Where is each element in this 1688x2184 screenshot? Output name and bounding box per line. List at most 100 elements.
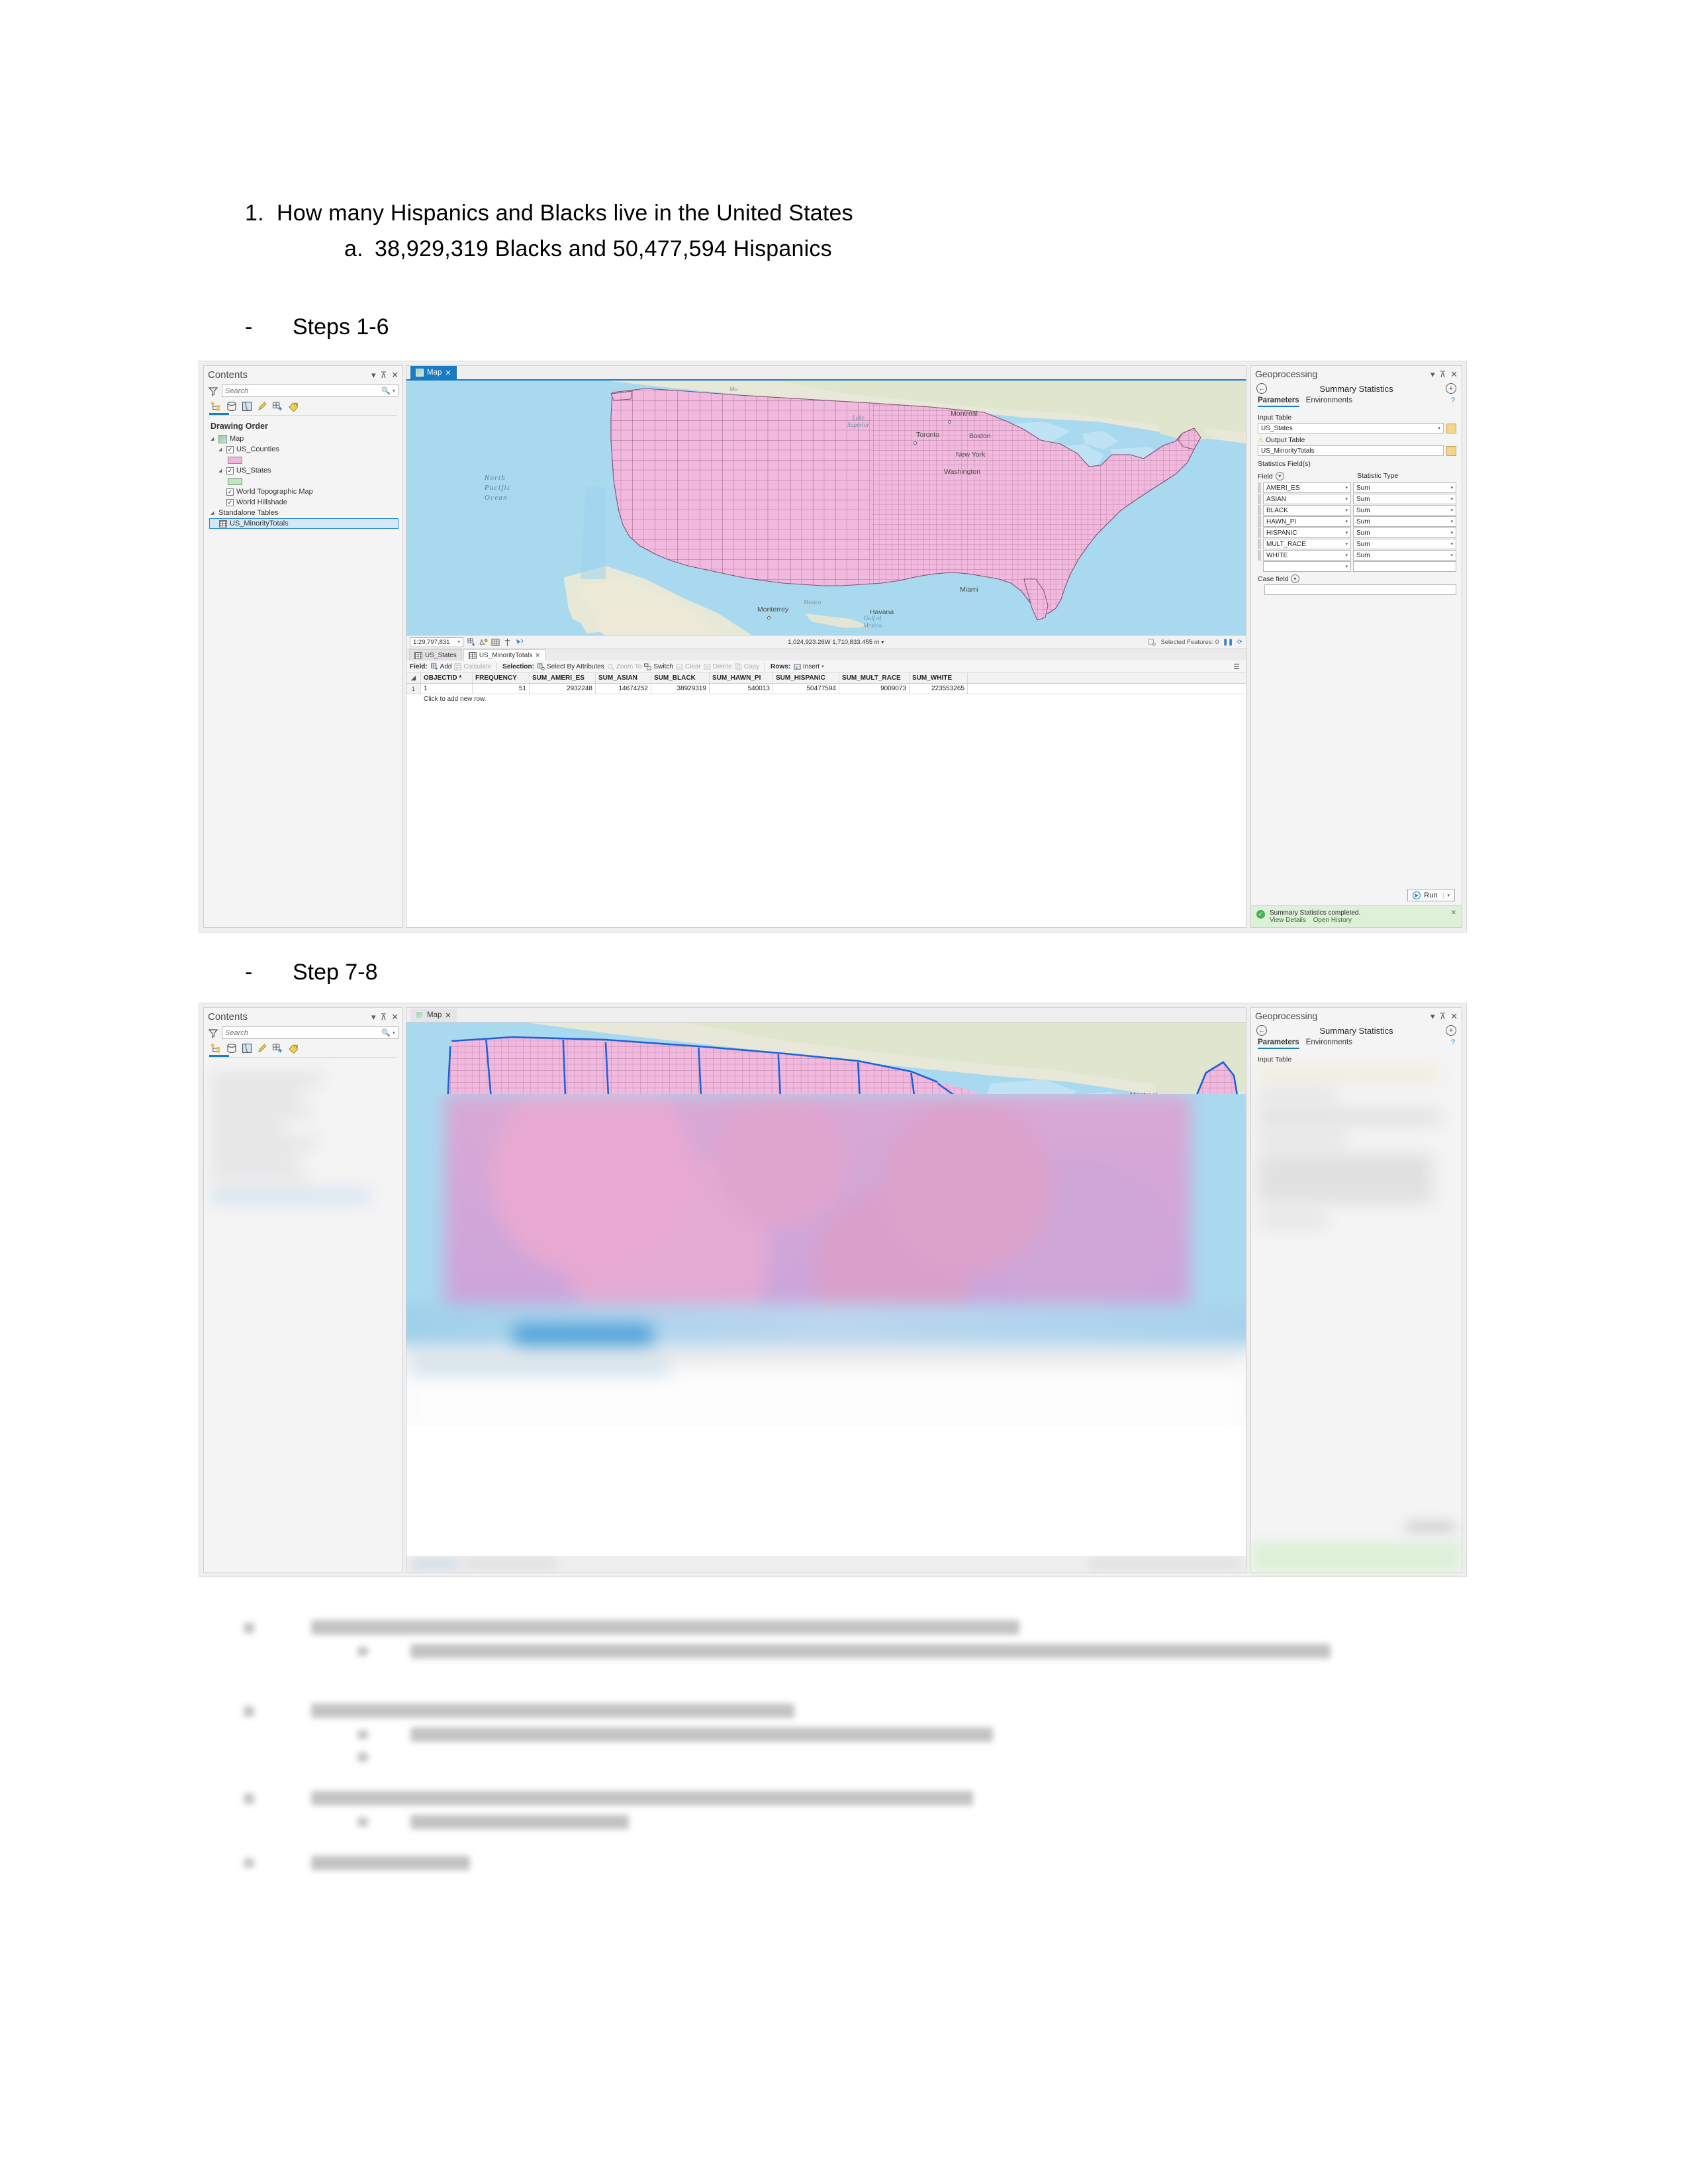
chevron-down-icon[interactable]: ▾ [371,1013,376,1021]
search-icon[interactable]: 🔍 [381,1028,391,1037]
chevron-down-icon[interactable]: ▾ [1290,574,1299,583]
browse-input-table-icon[interactable] [1446,423,1456,433]
chevron-down-icon[interactable]: ▾ [393,1030,395,1036]
stat-select-ameri-es[interactable]: Sum ▾ [1353,482,1456,493]
stat-select-asian[interactable]: Sum ▾ [1353,494,1456,504]
close-icon[interactable]: ✕ [391,371,399,379]
col-frequency[interactable]: FREQUENCY [473,673,530,683]
stat-select-black[interactable]: Sum ▾ [1353,505,1456,516]
layer-checkbox[interactable]: ✓ [226,498,234,506]
snapping-icon[interactable] [272,401,283,412]
drag-handle[interactable] [1258,539,1261,549]
tree-item-standalone-tables[interactable]: ◢ Standalone Tables [209,508,402,518]
chevron-down-icon[interactable]: ▾ [1450,530,1453,535]
tree-item-world-topographic-map[interactable]: ✓ World Topographic Map [209,486,402,497]
expander-icon[interactable]: ◢ [211,436,216,441]
expander-icon[interactable]: ◢ [218,447,224,452]
map-canvas[interactable]: North Pacific Ocean Lake Superior Gulf of Me… [406,381,1246,635]
tab-parameters[interactable]: Parameters [1258,396,1299,407]
field-select-empty[interactable]: ▾ [1263,561,1351,572]
stat-select-hispanic[interactable]: Sum ▾ [1353,527,1456,538]
back-arrow-icon[interactable]: ← [1256,383,1267,394]
field-select-white[interactable]: WHITE ▾ [1263,550,1351,561]
back-arrow-icon[interactable]: ← [1256,1025,1267,1036]
drag-handle[interactable] [1258,482,1261,493]
tree-item-map[interactable]: ◢ Map [209,433,402,444]
cell-sum-white[interactable]: 223553265 [910,684,968,694]
field-select-black[interactable]: BLACK ▾ [1263,505,1351,516]
chevron-down-icon[interactable]: ▾ [1275,472,1284,480]
field-select-asian[interactable]: ASIAN ▾ [1263,494,1351,504]
snapping-icon[interactable] [272,1043,283,1054]
stat-select-empty[interactable] [1353,561,1456,572]
selection-icon[interactable] [242,1043,252,1054]
field-select-hawn-pi[interactable]: HAWN_PI ▾ [1263,516,1351,527]
chevron-down-icon[interactable]: ▾ [1438,426,1440,431]
table-options-menu-icon[interactable]: ☰ [1233,662,1243,671]
tree-item-us-counties[interactable]: ◢ ✓ US_Counties [209,444,402,455]
col-sum-black[interactable]: SUM_BLACK [651,673,710,683]
chevron-down-icon[interactable]: ▾ [1345,508,1348,513]
layer-checkbox[interactable]: ✓ [226,445,234,453]
col-sum-white[interactable]: SUM_WHITE [910,673,968,683]
close-icon[interactable]: ✕ [445,369,451,377]
chevron-down-icon[interactable]: ▾ [371,371,376,379]
col-sum-hispanic[interactable]: SUM_HISPANIC [773,673,839,683]
contents-search-input[interactable]: Search 🔍 ▾ [222,385,399,397]
filter-icon[interactable] [208,386,218,396]
drawing-order-icon[interactable] [211,401,222,412]
drag-handle[interactable] [1258,516,1261,527]
tree-item-us-minority-totals[interactable]: US_MinorityTotals [209,518,399,529]
tab-environments[interactable]: Environments [1306,396,1352,407]
explore-icon[interactable] [515,638,524,647]
layer-checkbox[interactable]: ✓ [226,467,234,475]
close-icon[interactable]: ✕ [1450,370,1458,379]
cell-sum-hawn-pi[interactable]: 540013 [710,684,773,694]
plus-circle-icon[interactable]: + [1446,1025,1456,1036]
field-select-mult-race[interactable]: MULT_RACE ▾ [1263,539,1351,549]
col-sum-asian[interactable]: SUM_ASIAN [596,673,651,683]
map-scale-selector[interactable]: 1:29,797,831 ▾ [410,637,463,647]
labeling-icon[interactable] [288,401,299,412]
field-select-ameri-es[interactable]: AMERI_ES ▾ [1263,482,1351,493]
cell-sum-asian[interactable]: 14674252 [596,684,651,694]
browse-output-table-icon[interactable] [1446,445,1456,456]
go-to-xy-icon[interactable] [479,638,488,647]
close-icon[interactable]: ✕ [391,1013,399,1021]
close-icon[interactable]: ✕ [445,1011,451,1020]
labeling-icon[interactable] [288,1043,299,1054]
run-button[interactable]: ▶ Run ▾ [1407,889,1455,901]
close-icon[interactable]: ✕ [1451,909,1456,917]
view-details-link[interactable]: View Details [1270,917,1306,924]
chevron-down-icon[interactable]: ▾ [1443,892,1450,898]
case-field-input[interactable] [1264,584,1456,595]
filter-icon[interactable] [208,1028,218,1038]
row-index[interactable]: 1 [406,684,421,694]
selection-icon[interactable] [242,401,252,412]
col-sum-mult-race[interactable]: SUM_MULT_RACE [839,673,910,683]
pin-icon[interactable]: ⊼ [381,371,387,379]
stat-select-white[interactable]: Sum ▾ [1353,550,1456,561]
field-select-hispanic[interactable]: HISPANIC ▾ [1263,527,1351,538]
pin-icon[interactable]: ⊼ [1440,1012,1446,1021]
data-source-icon[interactable] [226,1043,237,1054]
tab-environments-2[interactable]: Environments [1306,1038,1352,1049]
tree-item-world-hillshade[interactable]: ✓ World Hillshade [209,497,402,508]
chevron-down-icon[interactable]: ▾ [1345,519,1348,524]
table-row[interactable]: 1 1 51 2932248 14674252 38929319 540013 … [406,684,1246,694]
tab-map-2[interactable]: Map ✕ [410,1009,457,1022]
pin-icon[interactable]: ⊼ [381,1013,387,1021]
drawing-order-icon[interactable] [211,1043,222,1054]
editing-icon[interactable] [257,1043,267,1054]
chevron-down-icon[interactable]: ▾ [1430,370,1435,379]
chevron-down-icon[interactable]: ▾ [1345,564,1348,569]
chevron-down-icon[interactable]: ▾ [881,639,884,645]
chevron-down-icon[interactable]: ▾ [457,639,460,645]
close-icon[interactable]: ✕ [1450,1012,1458,1021]
chevron-down-icon[interactable]: ▾ [1450,541,1453,547]
refresh-icon[interactable]: ⟳ [1237,639,1243,646]
measure-icon[interactable] [503,638,512,647]
cell-sum-mult-race[interactable]: 9009073 [839,684,910,694]
chevron-down-icon[interactable]: ▾ [1345,530,1348,535]
tab-map[interactable]: Map ✕ [410,366,457,379]
